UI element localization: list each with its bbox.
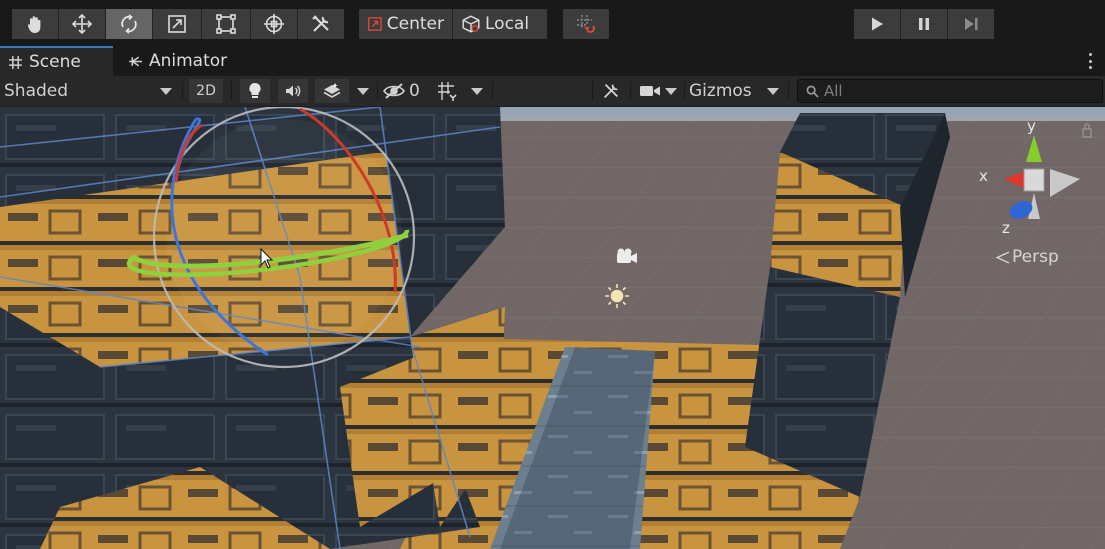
camera-settings-button[interactable] (638, 79, 662, 103)
chevron-down-icon (471, 87, 483, 95)
wrench-icon (603, 83, 619, 99)
pivot-rotation-label: Local (485, 14, 530, 34)
tab-scene-label: Scene (29, 52, 81, 72)
transform-tool-button[interactable] (251, 9, 297, 39)
scene-toolbar: Shaded 2D 0 Gizmos All (0, 76, 1105, 107)
gizmos-label: Gizmos (689, 81, 752, 101)
step-button[interactable] (948, 9, 994, 39)
gizmos-button[interactable]: Gizmos (689, 79, 755, 103)
eye-slash-icon (383, 83, 405, 99)
move-icon (71, 13, 93, 35)
scale-tool-button[interactable] (153, 9, 201, 39)
grid-toggle[interactable] (433, 79, 461, 103)
video-camera-icon (640, 86, 660, 96)
tab-animator-label: Animator (149, 51, 228, 71)
step-icon (965, 18, 978, 30)
grid-snap-icon (577, 15, 595, 33)
chevron-down-icon (357, 87, 369, 95)
hierarchy-search-field[interactable]: All (797, 79, 1103, 103)
projection-toggle[interactable]: Persp (995, 247, 1059, 267)
chevron-down-icon (767, 87, 779, 95)
chevron-down-icon (665, 87, 677, 95)
lightbulb-icon (249, 82, 261, 98)
chevron-down-icon (160, 87, 172, 95)
axis-z-label: z (1002, 219, 1010, 237)
hand-tool-button[interactable] (12, 9, 58, 39)
scene-viewport[interactable]: y x z Persp (0, 107, 1105, 549)
play-button[interactable] (854, 9, 900, 39)
audio-toggle[interactable] (278, 79, 308, 103)
grid-axis-icon (438, 82, 457, 101)
draw-mode-value: Shaded (4, 81, 69, 101)
scene-render[interactable]: y x z (0, 107, 1105, 549)
effects-toggle[interactable] (315, 79, 349, 103)
gizmos-dropdown[interactable] (763, 79, 783, 103)
scale-icon (168, 15, 186, 33)
rect-tool-button[interactable] (202, 9, 250, 39)
draw-mode-dropdown[interactable]: Shaded (4, 79, 176, 103)
move-tool-button[interactable] (59, 9, 105, 39)
lighting-toggle[interactable] (240, 79, 270, 103)
projection-label: Persp (1012, 247, 1059, 267)
tab-animator[interactable]: Animator (120, 46, 240, 76)
custom-tools-icon (312, 15, 329, 32)
pivot-center-icon (368, 17, 382, 31)
effects-layers-icon (323, 83, 341, 98)
rotate-icon (121, 14, 137, 34)
pivot-mode-label: Center (386, 14, 444, 34)
scene-tools-button[interactable] (598, 79, 624, 103)
speaker-icon (286, 85, 301, 97)
main-toolbar: Center Local (0, 0, 1105, 46)
grid-dropdown[interactable] (468, 79, 486, 103)
axis-x-label: x (979, 167, 988, 185)
rotate-tool-button[interactable] (106, 9, 152, 39)
play-icon (872, 17, 883, 31)
camera-dropdown[interactable] (662, 79, 680, 103)
grid-snap-button[interactable] (563, 9, 609, 39)
search-icon (806, 85, 819, 98)
pause-icon (919, 18, 929, 30)
pivot-rotation-button[interactable]: Local (453, 9, 547, 39)
toggle-2d-button[interactable]: 2D (189, 79, 223, 103)
custom-tool-button[interactable] (298, 9, 344, 39)
transform-icon (264, 14, 284, 34)
scene-grid-icon (9, 55, 22, 69)
directional-light-icon[interactable] (605, 284, 629, 308)
axis-y-label: y (1027, 117, 1036, 135)
hidden-objects-toggle[interactable]: 0 (382, 79, 424, 103)
tab-scene[interactable]: Scene (0, 46, 113, 76)
hand-icon (27, 16, 41, 33)
toggle-2d-label: 2D (196, 83, 216, 99)
animator-icon (129, 56, 142, 66)
pivot-mode-button[interactable]: Center (359, 9, 452, 39)
tab-bar: Scene Animator (0, 46, 1105, 76)
search-placeholder: All (824, 82, 843, 100)
pause-button[interactable] (901, 9, 947, 39)
orientation-cube[interactable] (1023, 168, 1045, 192)
effects-dropdown[interactable] (354, 79, 372, 103)
more-options-icon[interactable] (1089, 53, 1093, 69)
local-cube-icon (462, 15, 480, 33)
rect-transform-icon (216, 14, 236, 34)
hidden-count: 0 (409, 81, 420, 101)
perspective-icon (995, 251, 1010, 263)
